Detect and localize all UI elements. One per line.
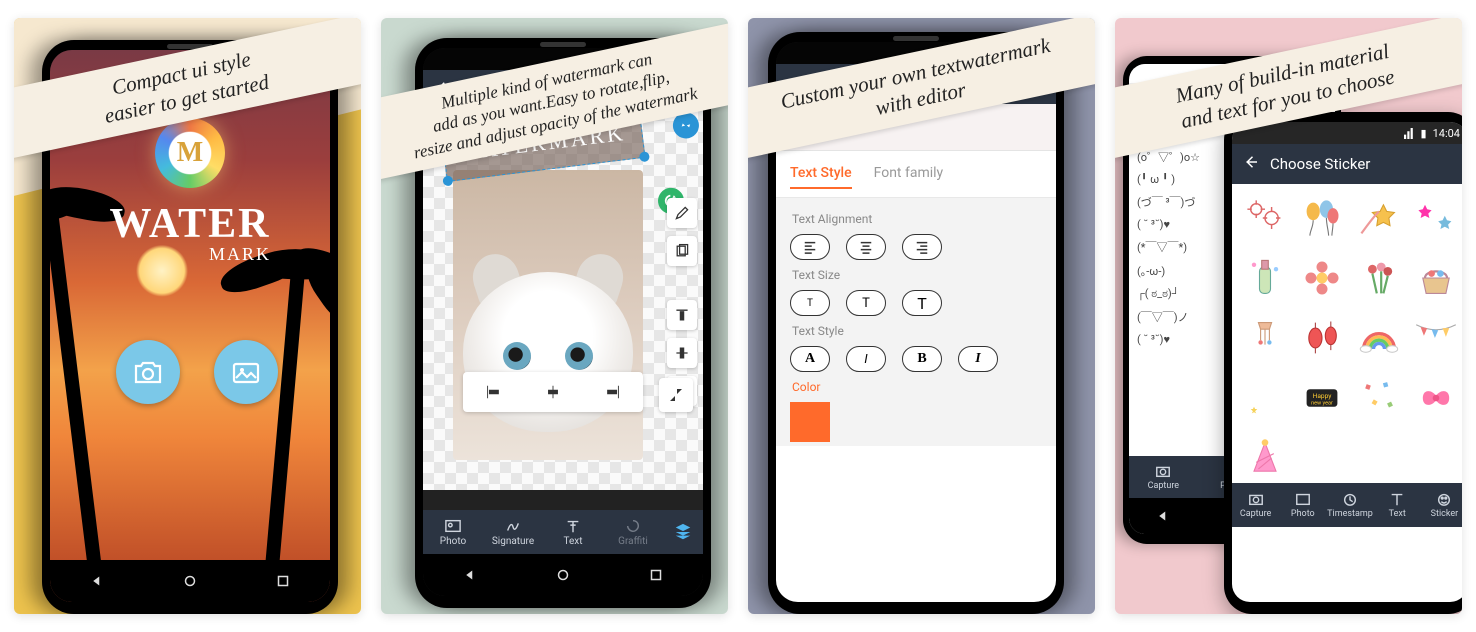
copy-tool-icon[interactable]: [667, 236, 697, 266]
style-italic-button[interactable]: I: [846, 346, 886, 372]
sticker-windchime[interactable]: [1238, 310, 1291, 366]
side-tools: [667, 198, 697, 406]
sticker-moon-star[interactable]: [1238, 370, 1291, 426]
status-bar: ▮ 14:04: [1232, 122, 1462, 144]
app-title: WATER MARK: [50, 200, 330, 265]
size-large-button[interactable]: T: [902, 290, 942, 316]
sticker-bunting[interactable]: [1409, 310, 1462, 366]
tab-capture[interactable]: Capture: [1129, 456, 1198, 498]
pencil-tool-icon[interactable]: [667, 198, 697, 228]
sticker-party-hat[interactable]: [1238, 430, 1291, 486]
tab-font-family[interactable]: Font family: [874, 165, 944, 189]
sticker-balloons[interactable]: [1295, 190, 1348, 246]
emoticon-item[interactable]: (*￣▽￣*): [1137, 239, 1227, 255]
sticker-lanterns[interactable]: [1295, 310, 1348, 366]
promo-panel-2: ▮ 14:24: [381, 18, 728, 614]
phone-frame-large: ▮ 14:04 Choose Sticker: [1224, 112, 1462, 614]
tab-photo[interactable]: Photo: [1279, 483, 1326, 527]
svg-text:new year: new year: [1311, 401, 1333, 407]
promo-panel-1: M WATER MARK Compact ui style easier to …: [14, 18, 361, 614]
android-navbar[interactable]: [423, 554, 703, 596]
sticker-fireworks[interactable]: [1238, 190, 1291, 246]
sticker-champagne[interactable]: [1238, 250, 1291, 306]
back-icon[interactable]: [1242, 153, 1260, 175]
tab-text[interactable]: Text: [1374, 483, 1421, 527]
tab-signature[interactable]: Signature: [483, 510, 543, 554]
promo-panel-3: 14:03 …ark Watermark Watermark Text Styl…: [748, 18, 1095, 614]
sticker-confetti[interactable]: [1352, 370, 1405, 426]
tab-text-style[interactable]: Text Style: [790, 165, 852, 189]
sticker-flower[interactable]: [1295, 250, 1348, 306]
sticker-shooting-star[interactable]: [1352, 190, 1405, 246]
align-hcenter-icon[interactable]: [539, 378, 567, 406]
emoticon-item[interactable]: (o゜▽゜)o☆: [1137, 149, 1227, 165]
camera-button[interactable]: [116, 340, 180, 404]
tab-timestamp[interactable]: Timestamp: [1326, 483, 1373, 527]
tab-sticker[interactable]: Sticker: [1421, 483, 1462, 527]
sticker-rainbow[interactable]: [1352, 310, 1405, 366]
sticker-gift-basket[interactable]: [1409, 250, 1462, 306]
align-horizontal-bar: [463, 372, 643, 412]
sticker-grid: Happynew year: [1232, 184, 1462, 492]
size-medium-button[interactable]: T: [846, 290, 886, 316]
emoticon-item[interactable]: (￣▽￣)ノ: [1137, 309, 1227, 325]
tab-text[interactable]: Text: [543, 510, 603, 554]
tab-graffiti[interactable]: Graffiti: [603, 510, 663, 554]
label-alignment: Text Alignment: [790, 212, 1042, 226]
layers-icon[interactable]: [663, 510, 703, 554]
collapse-icon[interactable]: [659, 378, 693, 412]
emoticon-item[interactable]: (｡-ω-): [1137, 263, 1227, 279]
sticker-appbar: Choose Sticker: [1232, 144, 1462, 184]
align-center-button[interactable]: [846, 234, 886, 260]
bottom-tabbar: Capture Photo Timestamp Text Sticker: [1232, 483, 1462, 527]
style-tabs: Text Style Font family: [776, 151, 1056, 197]
gallery-button[interactable]: [214, 340, 278, 404]
label-color: Color: [790, 380, 1042, 394]
align-vcenter-icon[interactable]: [667, 338, 697, 368]
sticker-bow[interactable]: [1409, 370, 1462, 426]
appbar-title: Choose Sticker: [1260, 155, 1458, 173]
editor-canvas[interactable]: WATERMARK: [423, 110, 703, 490]
align-right-icon[interactable]: [599, 378, 627, 406]
emoticon-item[interactable]: ┌( ಠ_ಠ)┘: [1137, 287, 1227, 301]
editor-tabbar: Photo Signature Text Graffiti: [423, 510, 703, 554]
sticker-happy-new-year[interactable]: Happynew year: [1295, 370, 1348, 426]
sticker-bouquet[interactable]: [1352, 250, 1405, 306]
align-left-button[interactable]: [790, 234, 830, 260]
style-normal-button[interactable]: A: [790, 346, 830, 372]
status-time: 14:04: [1433, 127, 1460, 140]
style-bold-button[interactable]: B: [902, 346, 942, 372]
svg-text:Happy: Happy: [1312, 392, 1332, 400]
size-small-button[interactable]: T: [790, 290, 830, 316]
align-left-icon[interactable]: [479, 378, 507, 406]
app-logo: M: [155, 118, 225, 188]
align-right-button[interactable]: [902, 234, 942, 260]
emoticon-item[interactable]: ( ˘ ³˘)♥: [1137, 218, 1227, 231]
phone-screen-large: ▮ 14:04 Choose Sticker: [1232, 122, 1462, 602]
promo-panel-4: Face Action Animal Create Text mark O(∩_…: [1115, 18, 1462, 614]
color-swatch[interactable]: [790, 402, 830, 442]
emoticon-item[interactable]: (╹ ω ╹ ): [1137, 173, 1227, 186]
align-top-icon[interactable]: [667, 300, 697, 330]
label-size: Text Size: [790, 268, 1042, 282]
photo-cat: [453, 170, 643, 460]
tab-capture[interactable]: Capture: [1232, 483, 1279, 527]
emoticon-item[interactable]: (づ￣ ³￣)づ: [1137, 194, 1227, 210]
android-navbar[interactable]: [50, 560, 330, 602]
style-bold-italic-button[interactable]: I: [958, 346, 998, 372]
sticker-stars[interactable]: [1409, 190, 1462, 246]
label-style: Text Style: [790, 324, 1042, 338]
tab-photo[interactable]: Photo: [423, 510, 483, 554]
text-editor-form: Watermark Text Style Font family Text Al…: [776, 104, 1056, 602]
